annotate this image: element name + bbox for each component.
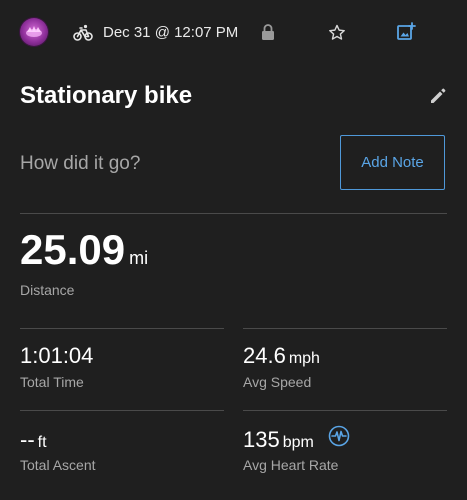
avg-heart-rate-label: Avg Heart Rate bbox=[243, 457, 339, 473]
avg-speed-label: Avg Speed bbox=[243, 374, 312, 390]
distance-unit: mi bbox=[129, 248, 149, 268]
activity-title: Stationary bike bbox=[20, 82, 193, 109]
total-time-stat: 1:01:04 bbox=[20, 345, 93, 367]
activity-datetime[interactable]: Dec 31 @ 12:07 PM bbox=[103, 24, 238, 41]
avg-heart-rate-unit: bpm bbox=[282, 434, 314, 451]
total-ascent-unit: ft bbox=[37, 434, 47, 451]
avg-heart-rate-stat: 135 bpm bbox=[243, 429, 314, 451]
distance-label: Distance bbox=[20, 282, 75, 298]
note-prompt: How did it go? bbox=[20, 153, 141, 174]
total-ascent-label: Total Ascent bbox=[20, 457, 96, 473]
divider bbox=[20, 328, 224, 329]
edit-pencil-icon[interactable] bbox=[429, 87, 447, 105]
avatar[interactable] bbox=[20, 18, 48, 46]
distance-value: 25.09 bbox=[20, 226, 126, 273]
add-note-button[interactable]: Add Note bbox=[340, 135, 445, 190]
lock-icon[interactable] bbox=[261, 24, 275, 41]
bike-icon bbox=[73, 24, 93, 42]
divider bbox=[20, 410, 224, 411]
total-time-label: Total Time bbox=[20, 374, 84, 390]
avg-speed-stat: 24.6 mph bbox=[243, 345, 320, 367]
divider bbox=[20, 213, 447, 214]
avg-speed-value: 24.6 bbox=[243, 343, 286, 368]
add-photo-icon[interactable] bbox=[397, 22, 416, 41]
distance-stat: 25.09 mi bbox=[20, 229, 148, 271]
avg-heart-rate-value: 135 bbox=[243, 427, 280, 452]
total-ascent-value: -- bbox=[20, 427, 35, 452]
avg-speed-unit: mph bbox=[288, 350, 320, 367]
avatar-emblem-icon bbox=[26, 26, 42, 37]
total-time-value: 1:01:04 bbox=[20, 343, 94, 368]
heart-rate-zone-icon[interactable] bbox=[328, 425, 350, 447]
star-icon[interactable] bbox=[328, 24, 346, 41]
divider bbox=[243, 410, 447, 411]
divider bbox=[243, 328, 447, 329]
total-ascent-stat: -- ft bbox=[20, 429, 47, 451]
